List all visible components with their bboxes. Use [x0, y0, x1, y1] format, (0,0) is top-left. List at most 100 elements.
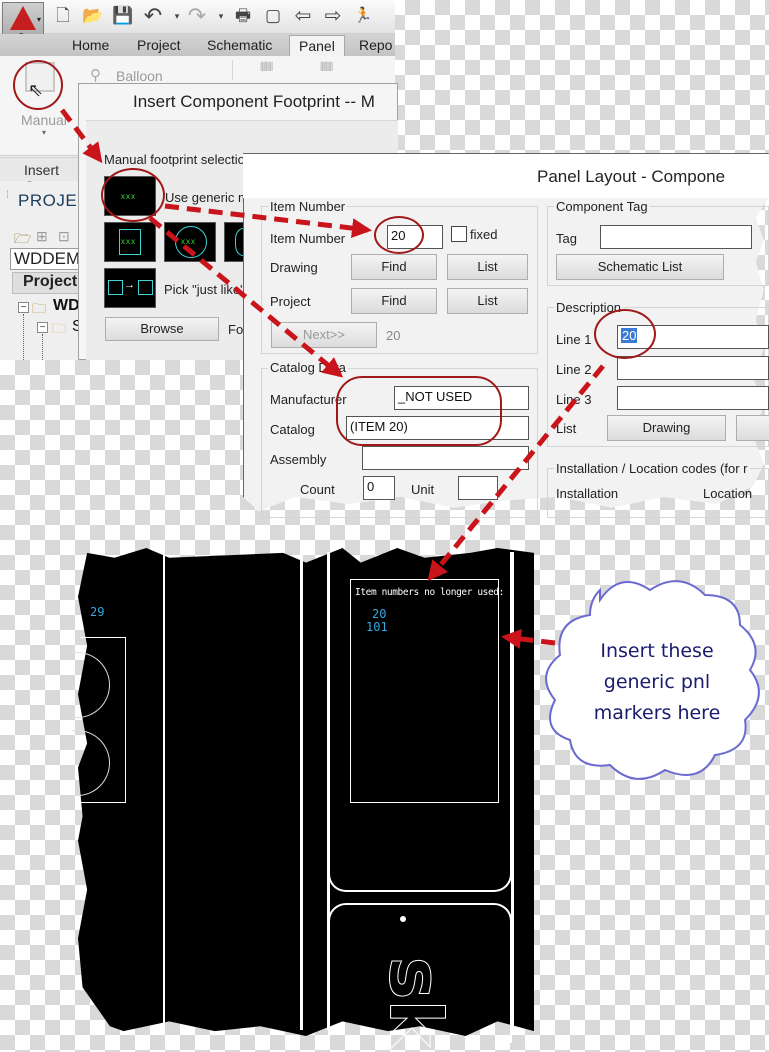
cad-rail-line [163, 552, 165, 1030]
callout-line: Insert these [600, 640, 714, 662]
undo-icon[interactable]: ↶ [142, 5, 164, 27]
assembly-label: Assembly [270, 452, 327, 467]
hex-marker-thumb[interactable] [224, 222, 255, 262]
run-icon[interactable]: 🏃 [352, 5, 374, 27]
line3-input[interactable] [617, 386, 769, 410]
terminal-strip-icon[interactable]: ⫴⫴⫴ [260, 60, 273, 75]
tab-home[interactable]: Home [68, 35, 113, 56]
unit-label: Unit [411, 482, 435, 497]
item-number-highlight-circle [374, 216, 424, 254]
undo-dropdown-icon[interactable]: ▾ [166, 5, 188, 27]
manual-button-label[interactable]: Manual [21, 112, 67, 128]
cad-logo-text: sk [373, 956, 458, 1048]
next-value: 20 [386, 328, 401, 343]
catalog-group-label: Catalog Data [268, 360, 348, 375]
rect-marker-thumb[interactable]: xxx [104, 222, 156, 262]
description-project-button[interactable] [736, 415, 769, 441]
use-generic-label: Use generic m [165, 190, 249, 205]
installation-group-label: Installation / Location codes (for r [554, 461, 750, 476]
tree-item-project[interactable]: WD [53, 297, 80, 315]
location-label: Location [703, 486, 753, 501]
redo-dropdown-icon[interactable]: ▾ [210, 5, 232, 27]
description-drawing-button[interactable]: Drawing [607, 415, 726, 441]
drawing-list-button[interactable]: List [447, 254, 528, 280]
arrow-right-icon: → [124, 279, 135, 291]
browse-button[interactable]: Browse [105, 317, 219, 341]
line1-highlight-circle [594, 309, 656, 359]
callout-line: markers here [593, 702, 721, 724]
source-box [108, 280, 123, 295]
installation-label: Installation [556, 486, 619, 501]
tab-project[interactable]: Project [133, 35, 185, 56]
project-find-button[interactable]: Find [351, 288, 437, 314]
ribbon-separator [232, 60, 233, 80]
line2-input[interactable] [617, 356, 769, 380]
tab-schematic[interactable]: Schematic [203, 35, 276, 56]
project-manager-icon[interactable]: ▢ [262, 5, 284, 27]
catalog-label: Catalog [270, 422, 315, 437]
chevron-down-icon: ▾ [36, 15, 41, 24]
tab-panel[interactable]: Panel [289, 35, 345, 56]
forward-icon[interactable]: ⇨ [322, 5, 344, 27]
fo-label: Fo [228, 322, 244, 337]
list-label: List [556, 421, 577, 436]
panel-layout-title: Panel Layout - Compone [537, 167, 726, 186]
open-icon[interactable]: 📂 [82, 5, 104, 27]
fixed-checkbox[interactable] [451, 226, 467, 242]
ribbon-panel-label: Insert Co [0, 157, 80, 194]
project-folder-icon: 🗀 [32, 300, 46, 316]
project-props-icon[interactable]: ⊡ [58, 228, 70, 245]
cad-logo-dot [400, 916, 406, 922]
callout-text: Insert these generic pnl markers here [572, 636, 742, 729]
footprint-dialog-title: Insert Component Footprint -- M [133, 92, 375, 111]
balloon-button-label[interactable]: Balloon [116, 68, 163, 84]
catalog-highlight-oval [336, 376, 502, 446]
grip-icon[interactable]: ⁞ [6, 190, 9, 201]
assembly-input[interactable] [362, 446, 529, 470]
target-box [138, 280, 153, 295]
callout-line: generic pnl [603, 671, 711, 693]
drawing-label: Drawing [270, 260, 318, 275]
project-list-button[interactable]: List [447, 288, 528, 314]
collapse-icon[interactable]: − [18, 302, 29, 313]
line1-label: Line 1 [556, 332, 592, 347]
generic-thumb-highlight-circle [101, 168, 165, 222]
item-number-group-label: Item Number [268, 199, 348, 214]
component-tag-group-label: Component Tag [554, 199, 650, 214]
folder-icon: 🗀 [52, 320, 66, 336]
tag-input[interactable] [600, 225, 752, 249]
circle-marker-thumb[interactable]: xxx [164, 222, 216, 262]
print-icon[interactable]: 🖶 [232, 5, 254, 27]
count-input[interactable]: 0 [363, 476, 395, 500]
xxx-label: xxx [121, 237, 136, 246]
item-number-label: Item Number [270, 231, 346, 246]
redo-icon[interactable]: ↷ [186, 5, 208, 27]
drawing-find-button[interactable]: Find [351, 254, 437, 280]
pick-just-like-label: Pick "just like" [164, 282, 245, 297]
save-icon[interactable]: 💾 [112, 5, 134, 27]
back-icon[interactable]: ⇦ [292, 5, 314, 27]
tag-label: Tag [556, 231, 577, 246]
cad-wireway-line [300, 552, 303, 1030]
tree-guide [23, 314, 24, 360]
autocad-logo-icon [10, 6, 36, 30]
manual-dropdown-icon[interactable]: ▾ [42, 128, 46, 137]
schematic-list-button[interactable]: Schematic List [556, 254, 724, 280]
fixed-label: fixed [470, 227, 498, 242]
next-button[interactable]: Next>> [271, 322, 377, 348]
tab-reports[interactable]: Repo [355, 35, 396, 56]
balloon-icon: ⚲ [90, 67, 101, 84]
unit-input[interactable] [458, 476, 498, 500]
tree-guide-2 [42, 334, 43, 360]
just-like-thumb[interactable]: → [104, 268, 156, 308]
line2-label: Line 2 [556, 362, 592, 377]
xxx-label: xxx [181, 237, 196, 246]
project-label: Project [270, 294, 311, 309]
terminal-strip-icon-2[interactable]: ⫴⫴⫴ [320, 60, 333, 75]
line3-label: Line 3 [556, 392, 592, 407]
collapse-icon-2[interactable]: − [37, 322, 48, 333]
new-icon[interactable]: 🗋 [52, 5, 74, 27]
count-label: Count [300, 482, 335, 497]
manual-highlight-circle [13, 60, 63, 110]
new-project-icon[interactable]: ⊞ [36, 228, 48, 245]
